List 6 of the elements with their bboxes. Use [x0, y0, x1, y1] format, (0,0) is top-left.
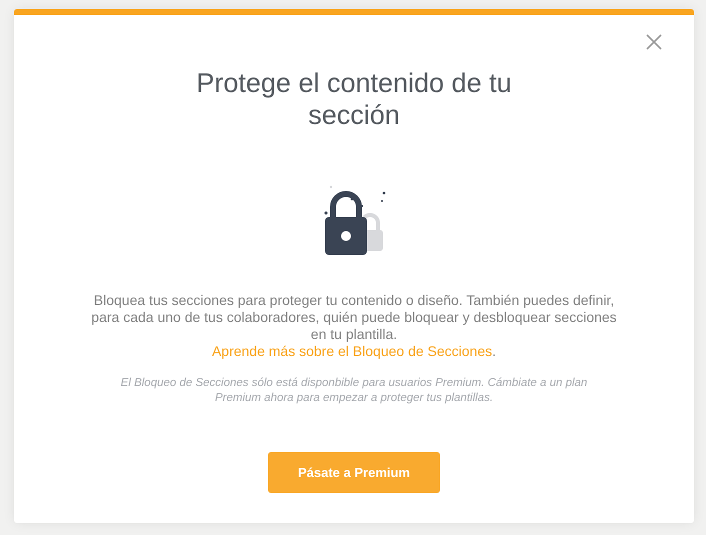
premium-note: El Bloqueo de Secciones sólo está disponbible para usuarios Premium. Cámbiate a un plan Premium ahora para empezar a proteger tus plantillas.: [120, 376, 588, 406]
description-text: Bloquea tus secciones para proteger tu contenido o diseño. También puedes definir, para cada uno de tus colaboradores, quién puede bloquear y desbloquear secciones en tu plantilla. Aprende más sobre el Bloqueo de Secciones.: [90, 292, 618, 360]
learn-more-link[interactable]: Aprende más sobre el Bloqueo de Secciones: [212, 343, 492, 359]
upgrade-button[interactable]: Pásate a Premium: [268, 452, 440, 493]
dialog-title: Protege el contenido de tu sección: [195, 67, 513, 131]
close-icon[interactable]: [645, 33, 663, 51]
